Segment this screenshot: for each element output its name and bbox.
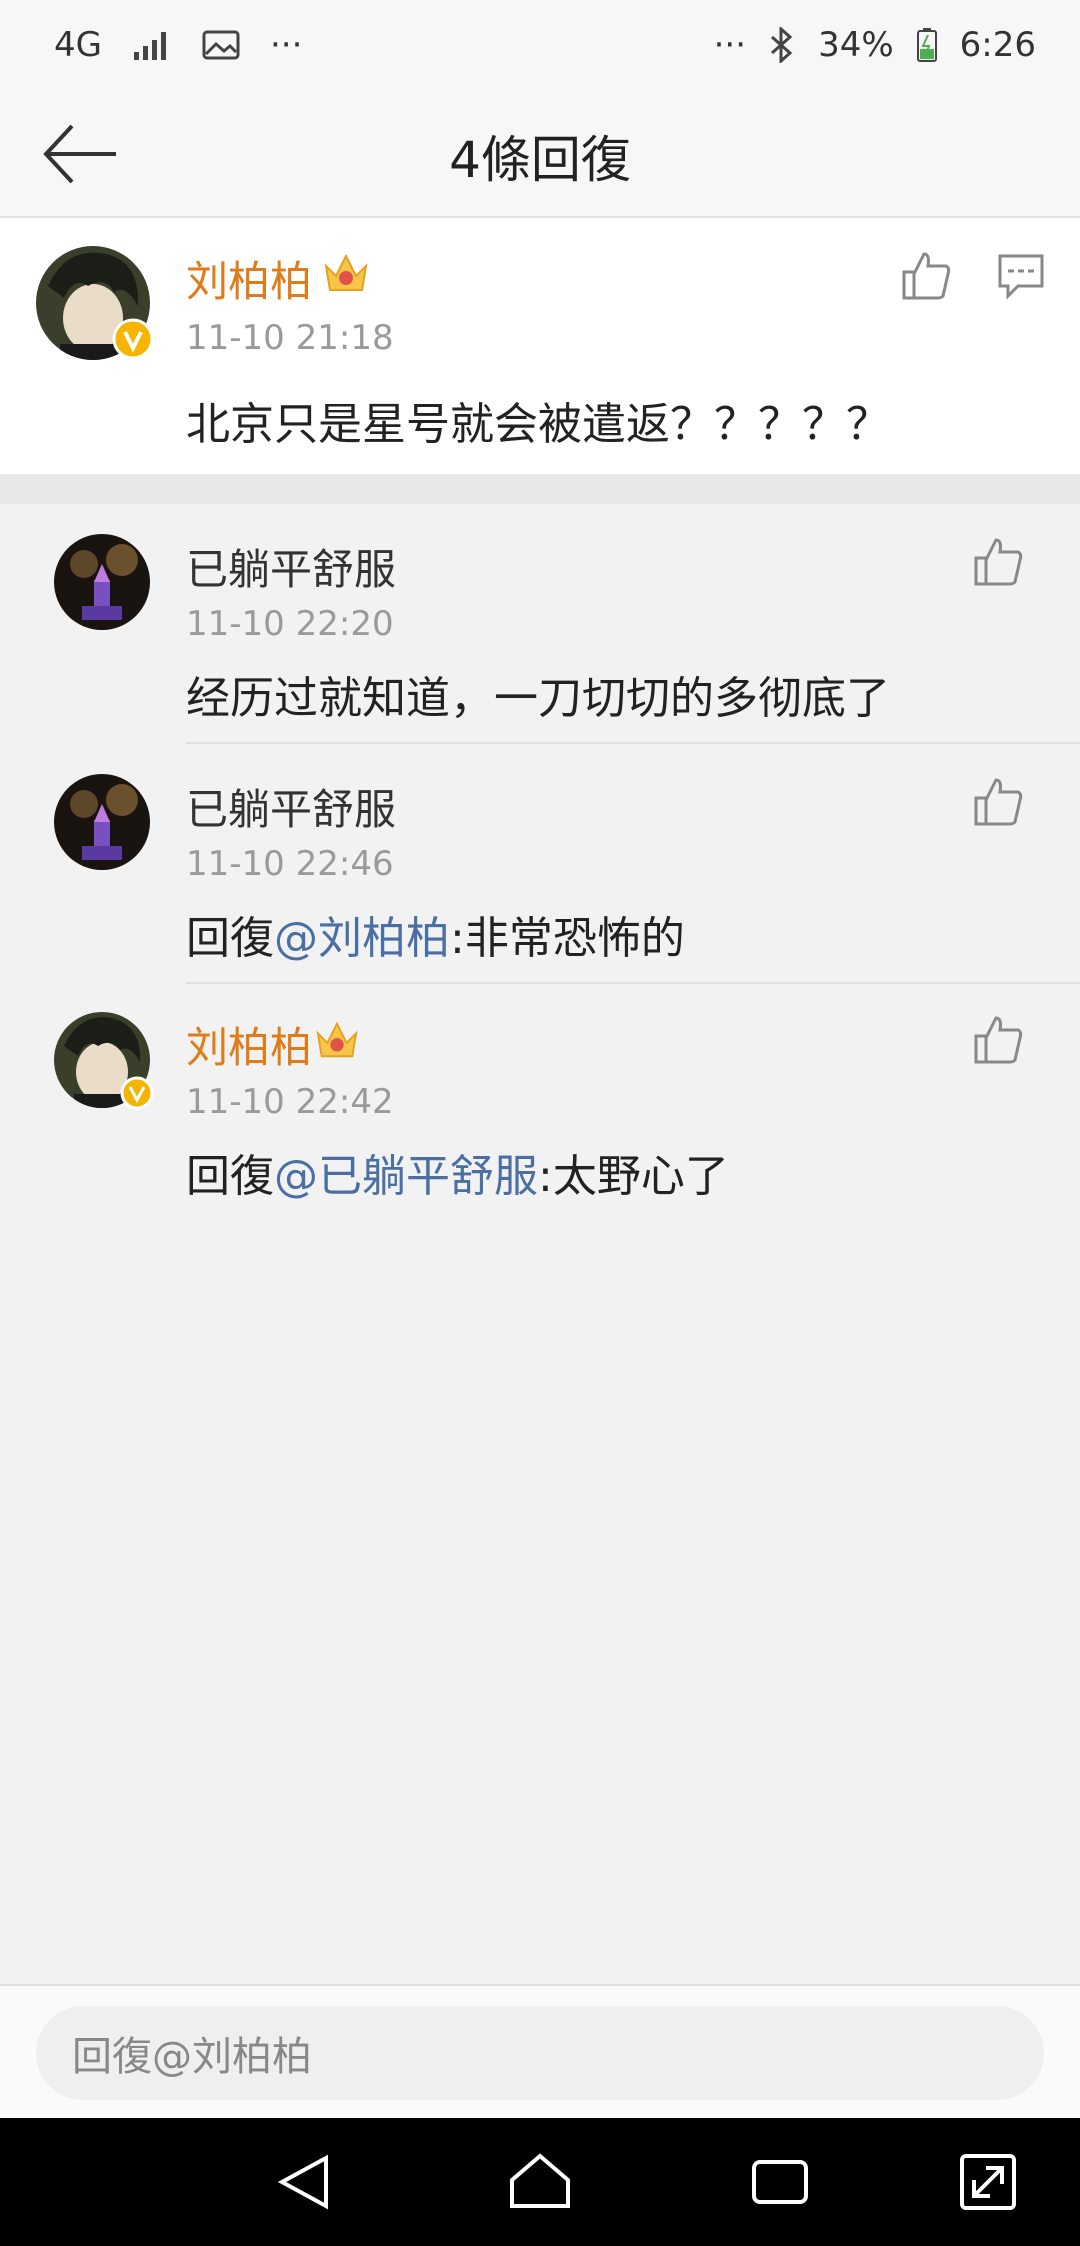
reply-body: :非常恐怖的 <box>450 913 685 964</box>
more-notifications: ··· <box>269 25 303 65</box>
status-bar: 4G ··· ··· 34% 6:26 <box>0 0 1080 90</box>
nav-home-icon <box>510 2153 570 2208</box>
like-button[interactable] <box>970 774 1026 830</box>
comment-author-name[interactable]: 刘柏柏 <box>186 248 312 309</box>
reply-time: 11-10 22:46 <box>186 844 394 884</box>
nav-back-button[interactable] <box>274 2150 338 2214</box>
battery-percent: 34% <box>818 25 894 65</box>
crown-vip-icon <box>324 253 368 291</box>
avatar[interactable] <box>54 1012 154 1110</box>
thumbs-up-icon <box>974 778 1023 826</box>
main-comment[interactable]: 刘柏柏 11-10 21:18 北京只是星号就会被遣返？？？？？ <box>0 218 1080 474</box>
thumbs-up-icon <box>902 252 951 300</box>
reply-text: 经历过就知道，一刀切切的多彻底了 <box>186 662 890 726</box>
thumbs-up-icon <box>974 538 1023 586</box>
header: 4條回復 <box>0 90 1080 218</box>
comment-icon <box>998 254 1044 300</box>
crown-vip-icon <box>316 1021 358 1058</box>
reply-divider <box>186 982 1080 984</box>
like-button[interactable] <box>970 1012 1026 1068</box>
verified-badge-icon <box>112 318 154 360</box>
bluetooth-icon <box>771 27 793 63</box>
nav-expand-button[interactable] <box>956 2150 1020 2214</box>
mention-link[interactable]: @已躺平舒服 <box>274 1151 538 1202</box>
reply-prefix: 回復 <box>186 913 274 964</box>
avatar[interactable] <box>54 534 150 630</box>
reply-time: 11-10 22:42 <box>186 1082 394 1122</box>
nav-recents-icon <box>752 2160 808 2204</box>
reply-prefix: 回復 <box>186 1151 274 1202</box>
battery-icon <box>916 28 937 62</box>
nav-home-button[interactable] <box>508 2150 572 2214</box>
system-nav-bar <box>0 2118 1080 2246</box>
comment-text: 北京只是星号就会被遣返？？？？？ <box>186 399 890 450</box>
signal-icon <box>133 32 166 60</box>
reply-bar: 回復@刘柏柏 <box>0 1984 1080 2118</box>
image-icon <box>202 30 240 60</box>
reply-comment-button[interactable] <box>996 250 1046 300</box>
reply-text: 回復@刘柏柏:非常恐怖的 <box>186 902 685 966</box>
network-type: 4G <box>54 25 102 65</box>
reply-body: 经历过就知道，一刀切切的多彻底了 <box>186 673 890 724</box>
reply-body: :太野心了 <box>538 1151 729 1202</box>
more-status: ··· <box>713 25 747 65</box>
page-title: 4條回復 <box>449 131 631 189</box>
reply-divider <box>186 742 1080 744</box>
reply-author-name[interactable]: 已躺平舒服 <box>186 536 396 597</box>
reply-text: 回復@已躺平舒服:太野心了 <box>186 1140 729 1204</box>
reply-list: 已躺平舒服 11-10 22:20 经历过就知道，一刀切切的多彻底了 已躺平舒服… <box>0 504 1080 1984</box>
expand-icon <box>960 2154 1016 2210</box>
reply-time: 11-10 22:20 <box>186 604 394 644</box>
like-button[interactable] <box>970 534 1026 590</box>
reply-author-name[interactable]: 刘柏柏 <box>186 1014 312 1075</box>
section-divider <box>0 474 1080 504</box>
clock: 6:26 <box>959 25 1036 65</box>
reply-author-name[interactable]: 已躺平舒服 <box>186 776 396 837</box>
thumbs-up-icon <box>974 1016 1023 1064</box>
nav-back-icon <box>277 2154 328 2210</box>
comment-time: 11-10 21:18 <box>186 318 394 358</box>
mention-link[interactable]: @刘柏柏 <box>274 913 450 964</box>
reply-input[interactable]: 回復@刘柏柏 <box>36 2006 1044 2100</box>
like-button[interactable] <box>898 248 954 304</box>
avatar[interactable] <box>36 246 154 360</box>
verified-badge-icon <box>120 1076 154 1110</box>
nav-recents-button[interactable] <box>748 2150 812 2214</box>
avatar[interactable] <box>54 774 150 870</box>
